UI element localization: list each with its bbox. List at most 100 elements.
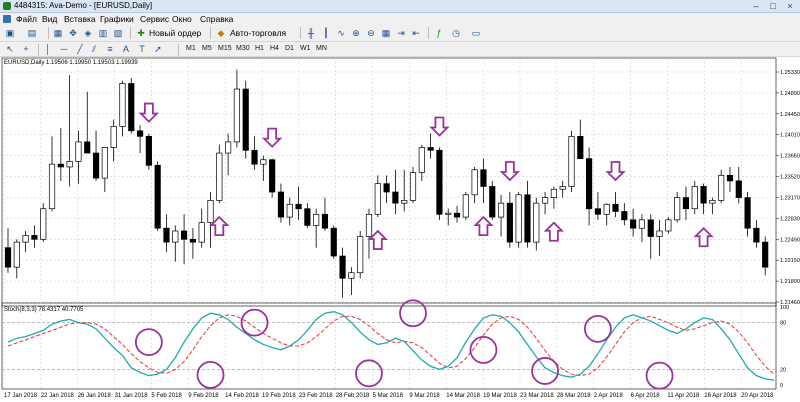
plus-icon: ✚	[137, 28, 145, 38]
arrow-icon[interactable]: ➚	[152, 43, 164, 55]
down-arrow-annotation	[138, 102, 160, 123]
timeframe-m5[interactable]: M5	[202, 42, 212, 56]
candle-body	[251, 149, 258, 165]
candle-body	[612, 203, 619, 212]
close-button[interactable]: ×	[782, 0, 798, 12]
price-tick-label: 1.23170	[780, 195, 800, 201]
data-window-icon[interactable]: ◈	[82, 27, 94, 39]
date-tick-label: 16 Apr 2018	[704, 393, 737, 399]
stoch-main-line	[7, 311, 775, 381]
candle-body	[630, 219, 637, 229]
label-icon[interactable]: T	[136, 43, 148, 55]
candle-body	[101, 147, 108, 179]
timeframe-m15[interactable]: M15	[218, 42, 232, 56]
price-tick-label: 1.25330	[780, 70, 800, 76]
date-tick-label: 9 Mar 2018	[409, 393, 440, 399]
candle-body	[295, 203, 302, 210]
tile-windows-icon[interactable]: ▦	[380, 27, 392, 39]
new-chart-icon[interactable]: ▣	[4, 27, 16, 39]
zoom-out-icon[interactable]: ⊖	[365, 27, 377, 39]
menu-charts[interactable]: Графики	[100, 13, 134, 25]
timeframe-m30[interactable]: M30	[236, 42, 250, 56]
horizontal-line-icon[interactable]: ─	[58, 43, 70, 55]
timeframe-h1[interactable]: H1	[255, 42, 264, 56]
candle-body	[189, 238, 196, 243]
up-arrow-annotation	[543, 221, 565, 242]
menu-file[interactable]: Файл	[16, 13, 37, 25]
candle-body	[66, 161, 73, 168]
text-icon[interactable]: A	[120, 43, 132, 55]
menu-window[interactable]: Окно	[172, 13, 192, 25]
candle-body	[13, 241, 20, 268]
candle-body	[154, 164, 161, 229]
periods-icon[interactable]: ◷	[450, 27, 462, 39]
candle-body	[409, 172, 417, 201]
line-chart-icon[interactable]: ∿	[335, 27, 347, 39]
cursor-icon[interactable]: ↖	[4, 43, 16, 55]
zoom-in-icon[interactable]: ⊕	[350, 27, 362, 39]
candlestick-icon[interactable]: ┃	[320, 27, 332, 39]
down-arrow-annotation	[261, 127, 283, 148]
menu-tools[interactable]: Сервис	[140, 13, 169, 25]
maximize-button[interactable]: □	[765, 0, 781, 12]
minimize-button[interactable]: –	[748, 0, 764, 12]
templates-icon[interactable]: ▭	[470, 27, 482, 39]
market-watch-icon[interactable]: ▦	[52, 27, 64, 39]
candle-body	[48, 163, 56, 210]
timeframe-m1[interactable]: M1	[186, 42, 196, 56]
candle-body	[453, 212, 461, 218]
menu-insert[interactable]: Вставка	[64, 13, 96, 25]
candle-body	[4, 247, 12, 268]
autoscroll-icon[interactable]: ⇥	[395, 27, 407, 39]
date-tick-label: 23 Feb 2018	[299, 393, 333, 399]
channel-icon[interactable]: ⫽	[88, 43, 100, 55]
vertical-line-icon[interactable]: │	[42, 43, 54, 55]
tester-icon[interactable]: ▧	[112, 27, 124, 39]
down-arrow-annotation	[429, 116, 450, 137]
menu-help[interactable]: Справка	[200, 13, 233, 25]
profiles-icon[interactable]: ▤	[26, 27, 38, 39]
candle-body	[550, 188, 557, 198]
crosshair-icon[interactable]: +	[20, 43, 32, 55]
date-tick-label: 6 Apr 2018	[631, 393, 661, 399]
candle-body	[163, 227, 170, 243]
terminal-icon[interactable]: ▥	[97, 27, 109, 39]
chart-window[interactable]: 17 Jan 2018 22 Jan 2018 26 Jan 2018 31 Jan …	[0, 57, 800, 400]
candle-body	[40, 208, 47, 240]
bar-chart-icon[interactable]: ╫	[305, 27, 317, 39]
indicators-icon[interactable]: ƒ	[433, 27, 445, 39]
auto-trading-button[interactable]: Авто-торговля	[230, 25, 286, 41]
stochastic-header: Stoch(8,3,3) 78.4317 40.7705	[4, 307, 84, 313]
menu-view[interactable]: Вид	[42, 13, 57, 25]
navigator-icon[interactable]: ✥	[67, 27, 79, 39]
candle-body	[357, 236, 364, 274]
candle-body	[348, 272, 355, 279]
timeframe-h4[interactable]: H4	[270, 42, 279, 56]
candle-body	[497, 202, 505, 218]
chart-shift-icon[interactable]: ⇤	[410, 27, 422, 39]
timeframe-w1[interactable]: W1	[300, 42, 311, 56]
candle-body	[726, 174, 734, 182]
candle-body	[172, 230, 179, 243]
up-arrow-annotation	[367, 229, 388, 250]
date-tick-label: 19 Mar 2018	[483, 393, 517, 399]
candle-body	[647, 219, 654, 237]
date-tick-label: 28 Mar 2018	[557, 393, 591, 399]
price-chart[interactable]: 17 Jan 2018 22 Jan 2018 26 Jan 2018 31 Jan …	[0, 57, 800, 400]
candle-body	[489, 186, 496, 218]
fibonacci-icon[interactable]: ≡	[104, 43, 116, 55]
timeframe-mn[interactable]: MN	[316, 42, 327, 56]
trendline-icon[interactable]: ╱	[74, 43, 86, 55]
new-order-button[interactable]: Новый ордер	[149, 25, 201, 41]
price-tick-label: 1.21800	[780, 279, 800, 285]
candle-body	[269, 159, 276, 193]
crossover-circle	[196, 360, 225, 389]
timeframe-d1[interactable]: D1	[285, 42, 294, 56]
candle-body	[603, 203, 610, 215]
candle-body	[735, 180, 742, 198]
date-tick-label: 17 Jan 2018	[4, 393, 38, 399]
candle-body	[207, 200, 214, 223]
date-tick-label: 28 Feb 2018	[336, 393, 370, 399]
date-tick-label: 14 Feb 2018	[225, 393, 259, 399]
candle-body	[313, 213, 320, 226]
